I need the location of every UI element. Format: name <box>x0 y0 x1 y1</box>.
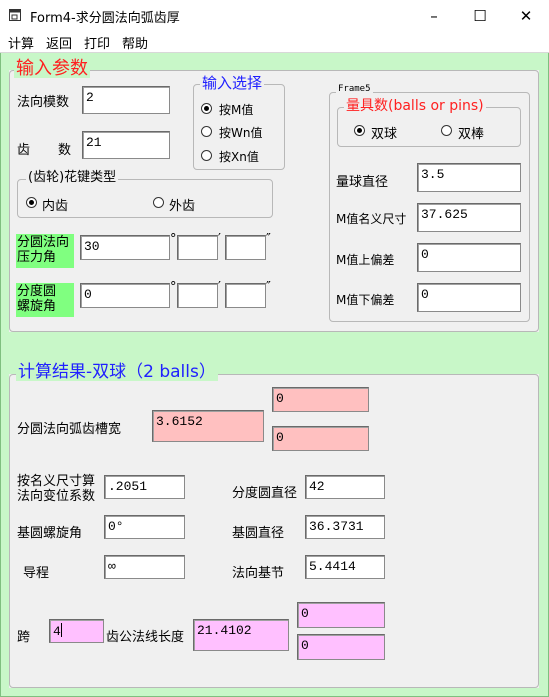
input-choice-m[interactable]: 按M值 <box>201 101 281 117</box>
double-ball-label: 双球 <box>371 127 398 142</box>
measure-double-ball[interactable]: 双球 <box>354 123 424 142</box>
measure-double-pin[interactable]: 双棒 <box>441 123 511 142</box>
text-caret <box>60 623 62 637</box>
radio-external[interactable] <box>153 197 164 208</box>
common-normal-label: 齿公法线长度 <box>106 630 185 645</box>
spline-internal-option[interactable]: 内齿 <box>26 195 96 214</box>
helix-min-symbol: ′ <box>218 280 221 295</box>
shift-label-1: 按名义尺寸算 <box>17 474 96 489</box>
pressure-angle-sec-input[interactable] <box>225 235 266 260</box>
teeth-label-1: 齿 <box>17 143 31 158</box>
teeth-count-input[interactable]: 21 <box>82 131 170 159</box>
span-label: 跨 <box>17 630 31 645</box>
menu-return[interactable]: 返回 <box>46 33 72 52</box>
maximize-button[interactable]: ☐ <box>457 0 503 31</box>
input-choice-wn-label: 按Wn值 <box>219 126 263 140</box>
pressure-angle-label-2: 压力角 <box>17 250 57 265</box>
menu-calculate[interactable]: 计算 <box>8 33 34 52</box>
arc-thickness-label: 分圆法向弧齿槽宽 <box>17 422 122 437</box>
close-button[interactable]: ✕ <box>503 0 549 31</box>
input-choice-legend: 输入选择 <box>200 74 265 92</box>
normal-module-input[interactable]: 2 <box>82 86 170 114</box>
shift-label-2: 法向变位系数 <box>17 489 96 504</box>
input-choice-m-label: 按M值 <box>219 103 254 117</box>
base-diameter-label: 基圆直径 <box>232 526 285 541</box>
menu-bar <box>0 31 549 53</box>
helix-deg-symbol: ° <box>170 280 177 295</box>
helix-angle-label-1: 分度圆 <box>17 284 57 299</box>
base-helix-label: 基圆螺旋角 <box>17 526 83 541</box>
input-choice-xn-label: 按Xn值 <box>219 150 259 164</box>
lead-label: 导程 <box>23 566 50 581</box>
helix-sec-symbol: ″ <box>266 280 271 295</box>
results-legend: 计算结果-双球（2 balls） <box>16 362 218 382</box>
span-input[interactable]: 4 <box>49 619 104 643</box>
spline-internal-label: 内齿 <box>42 199 69 214</box>
common-normal-lower-output[interactable]: 0 <box>297 634 385 660</box>
arc-thickness-upper-output[interactable]: 0 <box>272 387 369 412</box>
minimize-button[interactable]: – <box>411 0 457 31</box>
helix-angle-label: 分度圆 螺旋角 <box>16 283 74 317</box>
pressure-angle-label: 分圆法向 压力角 <box>16 234 74 268</box>
pressure-deg-symbol: ° <box>170 232 177 247</box>
pressure-angle-min-input[interactable] <box>177 235 218 260</box>
pitch-diameter-label: 分度圆直径 <box>232 486 298 501</box>
m-nominal-label: M值名义尺寸 <box>336 212 407 226</box>
spline-external-option[interactable]: 外齿 <box>153 195 223 214</box>
app-icon <box>9 9 21 21</box>
arc-thickness-output[interactable]: 3.6152 <box>152 410 264 442</box>
m-lower-label: M值下偏差 <box>336 293 395 307</box>
helix-angle-min-input[interactable] <box>177 283 218 308</box>
ball-diameter-input[interactable]: 3.5 <box>417 163 521 192</box>
input-choice-xn[interactable]: 按Xn值 <box>201 148 281 164</box>
input-choice-wn[interactable]: 按Wn值 <box>201 124 281 140</box>
m-upper-label: M值上偏差 <box>336 253 395 267</box>
pressure-sec-symbol: ″ <box>266 232 271 247</box>
pressure-min-symbol: ′ <box>218 232 221 247</box>
normal-base-pitch-output[interactable]: 5.4414 <box>305 555 385 579</box>
input-params-legend: 输入参数 <box>14 58 90 79</box>
span-value: 4 <box>53 624 61 639</box>
m-lower-input[interactable]: 0 <box>417 283 521 312</box>
helix-angle-sec-input[interactable] <box>225 283 266 308</box>
pressure-angle-label-1: 分圆法向 <box>17 235 70 250</box>
radio-internal[interactable] <box>26 197 37 208</box>
pitch-diameter-output[interactable]: 42 <box>305 475 385 499</box>
arc-thickness-lower-output[interactable]: 0 <box>272 426 369 451</box>
spline-type-legend: (齿轮)花键类型 <box>26 170 119 185</box>
measure-legend: 量具数(balls or pins) <box>344 98 486 114</box>
base-helix-output[interactable]: 0° <box>104 515 185 539</box>
m-nominal-input[interactable]: 37.625 <box>417 203 521 232</box>
double-pin-label: 双棒 <box>458 127 485 142</box>
radio-wn[interactable] <box>201 126 212 137</box>
helix-angle-deg-input[interactable]: 0 <box>80 283 170 308</box>
normal-base-pitch-label: 法向基节 <box>232 566 285 581</box>
pressure-angle-deg-input[interactable]: 30 <box>80 235 170 260</box>
lead-output[interactable]: ∞ <box>104 555 185 579</box>
menu-help[interactable]: 帮助 <box>122 33 148 52</box>
ball-diameter-label: 量球直径 <box>336 175 389 190</box>
radio-double-pin[interactable] <box>441 125 452 136</box>
shift-coefficient-output[interactable]: .2051 <box>104 475 185 499</box>
radio-xn[interactable] <box>201 150 212 161</box>
radio-double-ball[interactable] <box>354 125 365 136</box>
base-diameter-output[interactable]: 36.3731 <box>305 515 385 539</box>
common-normal-upper-output[interactable]: 0 <box>297 602 385 628</box>
shift-coefficient-label: 按名义尺寸算 法向变位系数 <box>17 474 95 504</box>
frame5-legend: Frame5 <box>336 84 373 94</box>
common-normal-output[interactable]: 21.4102 <box>193 619 289 651</box>
spline-external-label: 外齿 <box>169 199 196 214</box>
radio-m[interactable] <box>201 103 212 114</box>
menu-print[interactable]: 打印 <box>84 33 110 52</box>
normal-module-label: 法向模数 <box>17 95 70 110</box>
helix-angle-label-2: 螺旋角 <box>17 299 57 314</box>
teeth-label-2: 数 <box>58 143 72 158</box>
m-upper-input[interactable]: 0 <box>417 243 521 272</box>
window-title: Form4-求分圆法向弧齿厚 <box>30 11 180 26</box>
